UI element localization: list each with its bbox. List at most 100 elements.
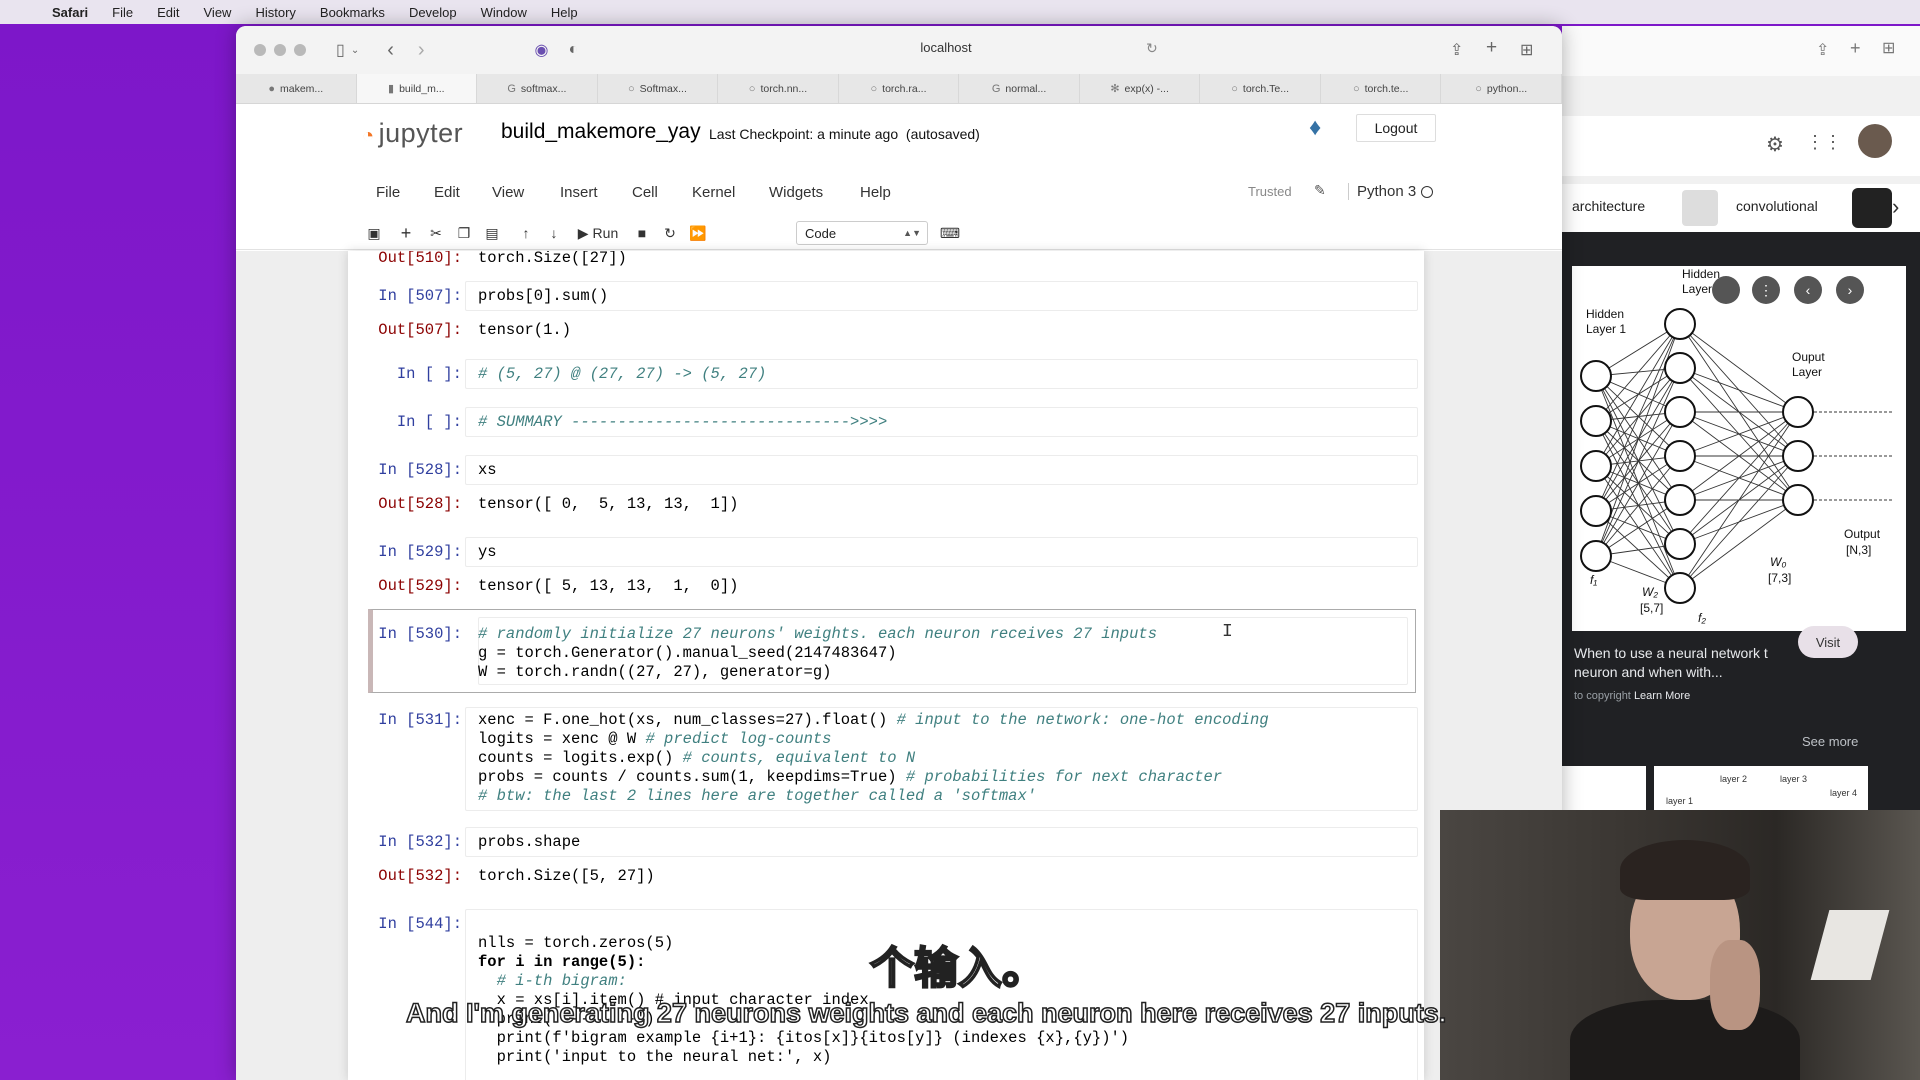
share-icon[interactable]: ⇪ bbox=[1816, 40, 1829, 60]
code-line[interactable]: # btw: the last 2 lines here are togethe… bbox=[478, 787, 1036, 806]
code-line[interactable]: nlls = torch.zeros(5) bbox=[478, 934, 673, 953]
chevron-right-icon[interactable]: › bbox=[1892, 194, 1899, 220]
prev-image-icon[interactable]: ‹ bbox=[1794, 276, 1822, 304]
code-line[interactable]: g = torch.Generator().manual_seed(214748… bbox=[478, 644, 897, 663]
code-text[interactable]: # (5, 27) @ (27, 27) -> (5, 27) bbox=[478, 365, 766, 384]
reload-icon[interactable]: ↻ bbox=[1146, 40, 1158, 57]
code-line[interactable]: counts = logits.exp() # counts, equivale… bbox=[478, 749, 915, 768]
nb-menu-insert[interactable]: Insert bbox=[560, 184, 598, 201]
stop-icon[interactable]: ■ bbox=[628, 220, 656, 246]
browser-tab[interactable]: Gsoftmax... bbox=[477, 74, 598, 103]
privacy-icon[interactable]: ◉ bbox=[535, 40, 549, 60]
close-button[interactable] bbox=[254, 44, 266, 56]
menu-edit[interactable]: Edit bbox=[145, 5, 191, 20]
code-cell[interactable] bbox=[465, 537, 1418, 567]
browser-tab-active[interactable]: ▮ build_m... bbox=[356, 74, 478, 103]
nb-menu-widgets[interactable]: Widgets bbox=[769, 184, 823, 201]
more-options-icon[interactable]: ⋮ bbox=[1752, 276, 1780, 304]
learn-more-link[interactable]: Learn More bbox=[1634, 690, 1690, 702]
notebook-name[interactable]: build_makemore_yay bbox=[501, 120, 701, 144]
copy-icon[interactable]: ❐ bbox=[450, 220, 478, 246]
code-line[interactable]: xenc = F.one_hot(xs, num_classes=27).flo… bbox=[478, 711, 1269, 730]
kernel-name[interactable]: Python 3 bbox=[1348, 183, 1416, 200]
code-line[interactable]: # randomly initialize 27 neurons' weight… bbox=[478, 625, 1157, 644]
move-down-icon[interactable]: ↓ bbox=[540, 220, 568, 246]
cut-icon[interactable]: ✂ bbox=[422, 220, 450, 246]
restart-run-all-icon[interactable]: ⏩ bbox=[684, 220, 712, 246]
address-bar[interactable]: localhost bbox=[876, 40, 1016, 55]
trusted-indicator[interactable]: Trusted bbox=[1248, 184, 1292, 199]
image-caption[interactable]: When to use a neural network t neuron an… bbox=[1574, 644, 1804, 682]
lens-icon[interactable] bbox=[1712, 276, 1740, 304]
insert-cell-icon[interactable]: + bbox=[392, 220, 420, 246]
paste-icon[interactable]: ▤ bbox=[478, 220, 506, 246]
code-text[interactable]: probs[0].sum() bbox=[478, 287, 608, 306]
related-thumb-2[interactable]: layer 2 layer 3 layer 1 layer 4 bbox=[1654, 766, 1868, 816]
avatar[interactable] bbox=[1858, 124, 1892, 158]
settings-icon[interactable]: ⚙ bbox=[1766, 132, 1784, 157]
cell-type-select[interactable]: Code ▲▼ bbox=[796, 221, 928, 245]
minimize-button[interactable] bbox=[274, 44, 286, 56]
nb-menu-view[interactable]: View bbox=[492, 184, 524, 201]
browser-tab[interactable]: ● makem... bbox=[236, 74, 357, 103]
edit-pencil-icon[interactable]: ✎ bbox=[1314, 182, 1326, 199]
keyboard-icon[interactable]: ⌨ bbox=[936, 220, 964, 246]
browser-tab[interactable]: ○ torch.ra... bbox=[839, 74, 960, 103]
jupyter-logo[interactable]: ◔ jupyter bbox=[362, 118, 463, 149]
back-icon[interactable]: ‹ bbox=[387, 39, 394, 62]
menu-history[interactable]: History bbox=[243, 5, 307, 20]
menu-file[interactable]: File bbox=[100, 5, 145, 20]
code-line[interactable]: print(f'bigram example {i+1}: {itos[x]}{… bbox=[478, 1029, 1130, 1048]
browser-tab[interactable]: ✻ exp(x) -... bbox=[1080, 74, 1201, 103]
nb-menu-file[interactable]: File bbox=[376, 184, 400, 201]
code-text[interactable]: # SUMMARY ------------------------------… bbox=[478, 413, 887, 432]
move-up-icon[interactable]: ↑ bbox=[512, 220, 540, 246]
code-line[interactable]: for i in range(5): bbox=[478, 953, 645, 972]
run-button[interactable]: ▶ Run bbox=[572, 220, 624, 246]
browser-tab[interactable]: ○ torch.te... bbox=[1321, 74, 1442, 103]
share-icon[interactable]: ⇪ bbox=[1450, 40, 1463, 60]
menu-view[interactable]: View bbox=[192, 5, 244, 20]
apps-grid-icon[interactable]: ⋮⋮ bbox=[1806, 132, 1842, 153]
logout-button[interactable]: Logout bbox=[1356, 114, 1436, 142]
menu-app-name[interactable]: Safari bbox=[40, 5, 100, 20]
visit-button[interactable]: Visit bbox=[1798, 626, 1858, 658]
next-image-icon[interactable]: › bbox=[1836, 276, 1864, 304]
related-thumb-1[interactable] bbox=[1562, 766, 1646, 816]
code-line[interactable]: print('input to the neural net:', x) bbox=[478, 1048, 832, 1067]
code-text[interactable]: xs bbox=[478, 461, 497, 480]
code-line[interactable]: W = torch.randn((27, 27), generator=g) bbox=[478, 663, 831, 682]
new-tab-icon[interactable]: + bbox=[1486, 37, 1497, 59]
chip-architecture[interactable]: architecture bbox=[1572, 198, 1645, 214]
sidebar-icon[interactable]: ▯ bbox=[336, 40, 345, 60]
menu-help[interactable]: Help bbox=[539, 5, 590, 20]
browser-tab[interactable]: Gnormal... bbox=[959, 74, 1080, 103]
menu-develop[interactable]: Develop bbox=[397, 5, 469, 20]
menu-window[interactable]: Window bbox=[469, 5, 539, 20]
nb-menu-edit[interactable]: Edit bbox=[434, 184, 460, 201]
neural-network-diagram[interactable]: Hidden Layer 1 Hidden Layer Ouput Layer … bbox=[1572, 266, 1906, 631]
tab-overview-icon[interactable]: ⊞ bbox=[1520, 40, 1533, 60]
see-more-link[interactable]: See more bbox=[1802, 734, 1858, 749]
tab-overview-icon[interactable]: ⊞ bbox=[1882, 38, 1895, 58]
new-tab-icon[interactable]: + bbox=[1850, 38, 1861, 59]
code-line[interactable]: # i-th bigram: bbox=[478, 972, 627, 991]
save-icon[interactable]: ▣ bbox=[360, 220, 388, 246]
nb-menu-cell[interactable]: Cell bbox=[632, 184, 658, 201]
shield-icon[interactable]: ◐ bbox=[569, 41, 579, 59]
chip-convolutional[interactable]: convolutional bbox=[1736, 198, 1818, 214]
zoom-button[interactable] bbox=[294, 44, 306, 56]
chevron-down-icon[interactable]: ⌄ bbox=[351, 45, 359, 56]
nb-menu-help[interactable]: Help bbox=[860, 184, 891, 201]
code-text[interactable]: ys bbox=[478, 543, 497, 562]
browser-tab[interactable]: ○ torch.Te... bbox=[1200, 74, 1321, 103]
code-line[interactable]: probs = counts / counts.sum(1, keepdims=… bbox=[478, 768, 1222, 787]
browser-tab[interactable]: ○ Softmax... bbox=[598, 74, 719, 103]
forward-icon[interactable]: › bbox=[418, 39, 425, 62]
browser-tab[interactable]: ○ torch.nn... bbox=[718, 74, 839, 103]
code-cell[interactable] bbox=[465, 827, 1418, 857]
code-text[interactable]: probs.shape bbox=[478, 833, 580, 852]
browser-tab[interactable]: ○ python... bbox=[1441, 74, 1562, 103]
menu-bookmarks[interactable]: Bookmarks bbox=[308, 5, 397, 20]
nb-menu-kernel[interactable]: Kernel bbox=[692, 184, 735, 201]
